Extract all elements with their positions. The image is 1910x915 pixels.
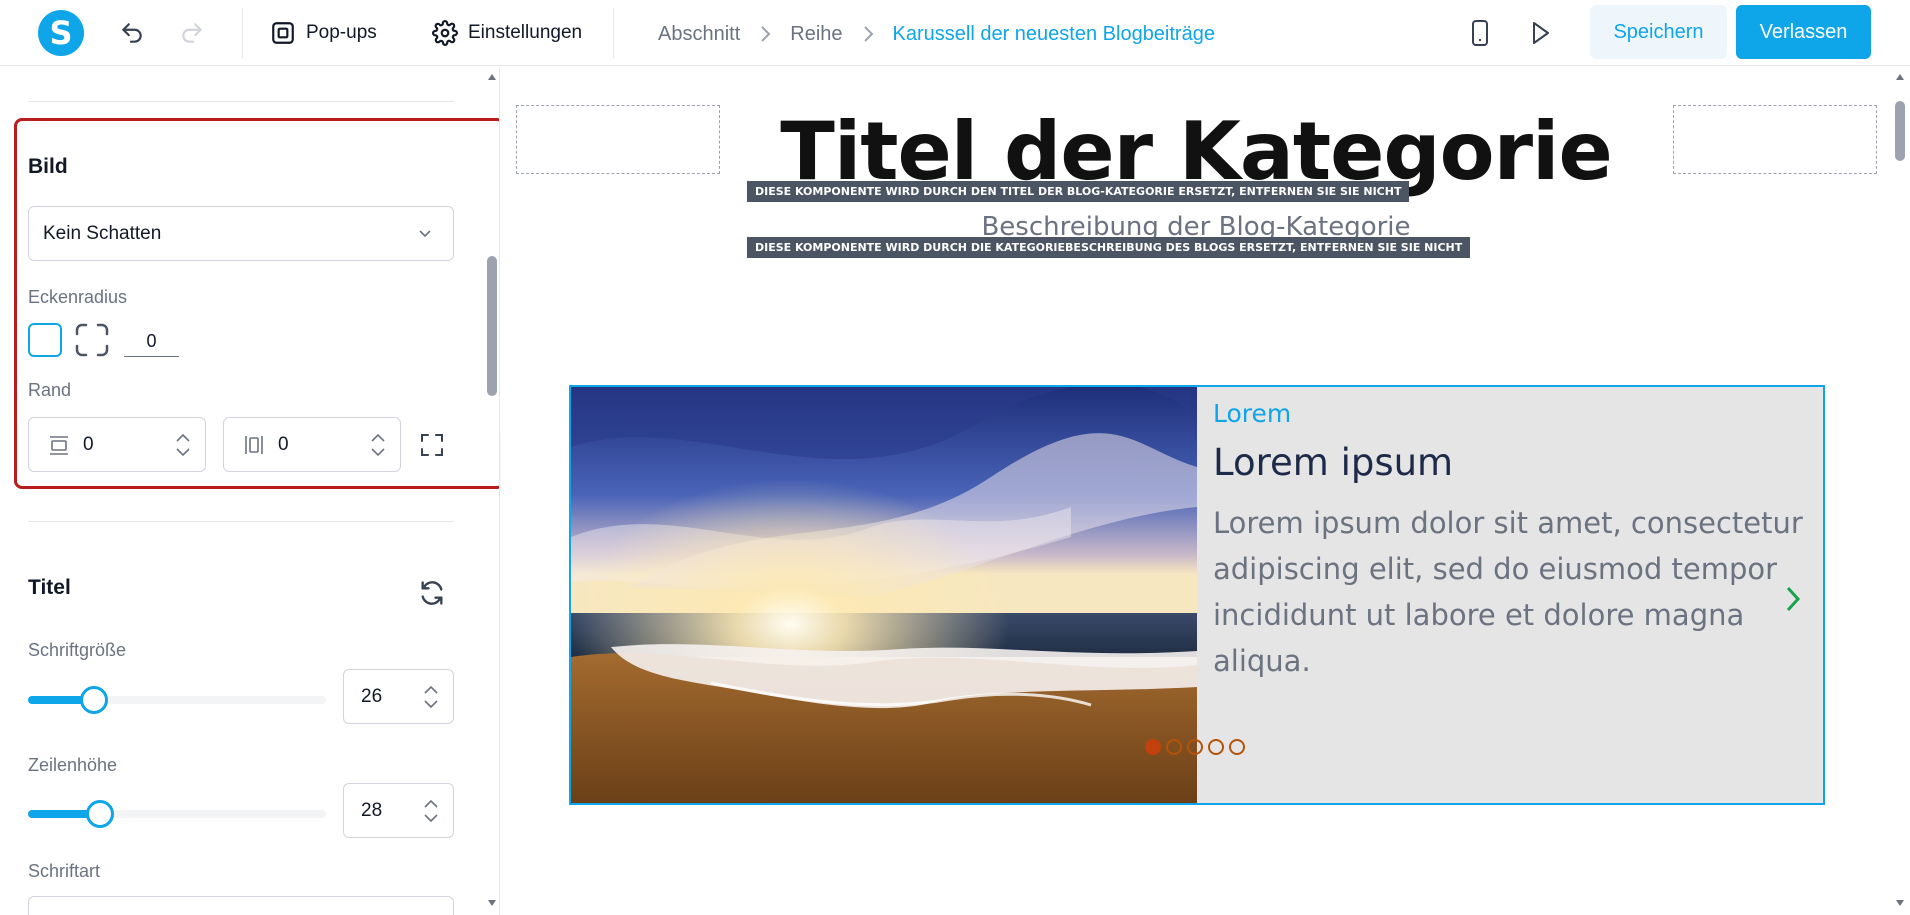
popups-label: Pop-ups — [306, 22, 377, 43]
chevron-right-icon — [861, 24, 875, 44]
post-title[interactable]: Lorem ipsum — [1213, 441, 1453, 484]
breadcrumb-current: Karussell der neuesten Blogbeiträge — [892, 22, 1215, 45]
border-horizontal-value: 0 — [83, 433, 94, 455]
font-size-slider[interactable] — [28, 686, 326, 714]
post-category[interactable]: Lorem — [1213, 399, 1291, 428]
font-family-label: Schriftart — [28, 861, 101, 881]
save-button[interactable]: Speichern — [1590, 5, 1727, 59]
border-vertical-icon — [245, 435, 263, 454]
editor-canvas: Titel der Kategorie DIESE KOMPONENTE WIR… — [501, 67, 1891, 915]
border-vertical-value: 0 — [278, 433, 289, 455]
line-height-slider[interactable] — [28, 800, 326, 828]
divider — [28, 101, 454, 102]
shadow-select[interactable]: Kein Schatten — [28, 206, 454, 261]
canvas-scroll-thumb[interactable] — [1895, 101, 1905, 161]
expand-border-icon[interactable] — [414, 427, 450, 463]
exit-button[interactable]: Verlassen — [1736, 5, 1871, 59]
logo-letter: S — [49, 14, 73, 52]
line-height-input[interactable]: 28 — [343, 783, 454, 838]
corner-radius-label: Eckenradius — [28, 287, 128, 307]
settings-label: Einstellungen — [468, 22, 583, 43]
scroll-down-icon[interactable] — [1895, 899, 1905, 907]
stepper-icon[interactable] — [370, 430, 386, 460]
popups-button[interactable]: Pop-ups — [270, 18, 377, 48]
uniform-radius-icon[interactable] — [28, 323, 62, 357]
font-size-value: 26 — [361, 685, 383, 707]
play-preview-icon[interactable] — [1522, 15, 1558, 51]
line-height-value: 28 — [361, 799, 383, 821]
mobile-preview-icon[interactable] — [1462, 15, 1498, 51]
divider — [28, 521, 454, 522]
post-excerpt[interactable]: Lorem ipsum dolor sit amet, consectetur … — [1213, 500, 1823, 684]
carousel-dot[interactable] — [1187, 739, 1203, 755]
reset-icon[interactable] — [414, 575, 450, 611]
carousel-dot[interactable] — [1145, 739, 1161, 755]
font-size-label: Schriftgröße — [28, 640, 127, 660]
app-logo[interactable]: S — [38, 10, 84, 56]
carousel-pagination — [1145, 739, 1245, 755]
blog-post-carousel[interactable]: Lorem Lorem ipsum Lorem ipsum dolor sit … — [569, 385, 1825, 805]
top-toolbar: S Pop-ups Einstellungen Abschnitt Reihe … — [0, 0, 1910, 66]
slider-thumb[interactable] — [85, 800, 114, 828]
line-height-label: Zeilenhöhe — [28, 755, 118, 775]
undo-icon[interactable] — [114, 15, 150, 51]
carousel-dot[interactable] — [1208, 739, 1224, 755]
toolbar-divider — [242, 8, 243, 58]
image-section-title: Bild — [28, 155, 68, 178]
scroll-up-icon[interactable] — [487, 73, 497, 81]
font-size-input[interactable]: 26 — [343, 669, 454, 724]
canvas-scrollbar[interactable] — [1891, 67, 1910, 915]
carousel-dot[interactable] — [1166, 739, 1182, 755]
chevron-right-icon — [758, 24, 772, 44]
properties-sidebar: Bild Kein Schatten Eckenradius 0 Rand 0 … — [0, 67, 500, 915]
chevron-down-icon — [419, 229, 431, 237]
redo-icon[interactable] — [174, 15, 210, 51]
slider-thumb[interactable] — [79, 686, 108, 714]
corner-radius-input[interactable]: 0 — [124, 325, 179, 357]
post-image[interactable] — [571, 387, 1197, 803]
scroll-down-icon[interactable] — [487, 899, 497, 907]
sidebar-scrollbar[interactable] — [484, 67, 499, 915]
border-horizontal-icon — [50, 435, 68, 455]
title-notice: DIESE KOMPONENTE WIRD DURCH DEN TITEL DE… — [747, 181, 1410, 202]
carousel-dot[interactable] — [1229, 739, 1245, 755]
border-horizontal-input[interactable]: 0 — [28, 417, 206, 472]
breadcrumb-row[interactable]: Reihe — [790, 23, 842, 46]
breadcrumb: Abschnitt Reihe Karussell der neuesten B… — [658, 20, 1215, 48]
shadow-select-value: Kein Schatten — [43, 222, 162, 244]
popup-icon — [272, 22, 294, 44]
settings-button[interactable]: Einstellungen — [432, 18, 582, 48]
toolbar-divider — [613, 8, 614, 58]
sidebar-scroll-thumb[interactable] — [487, 256, 497, 396]
breadcrumb-section[interactable]: Abschnitt — [658, 23, 740, 46]
chevron-right-icon[interactable] — [1781, 583, 1805, 615]
gear-icon — [432, 20, 458, 46]
stepper-icon[interactable] — [423, 796, 439, 826]
border-vertical-input[interactable]: 0 — [223, 417, 401, 472]
individual-radius-icon[interactable] — [74, 322, 110, 358]
description-notice: DIESE KOMPONENTE WIRD DURCH DIE KATEGORI… — [747, 237, 1471, 258]
title-section-title: Titel — [28, 576, 71, 599]
border-label: Rand — [28, 380, 72, 400]
scroll-up-icon[interactable] — [1895, 73, 1905, 81]
stepper-icon[interactable] — [423, 682, 439, 712]
stepper-icon[interactable] — [175, 430, 191, 460]
font-family-select[interactable] — [28, 896, 454, 915]
